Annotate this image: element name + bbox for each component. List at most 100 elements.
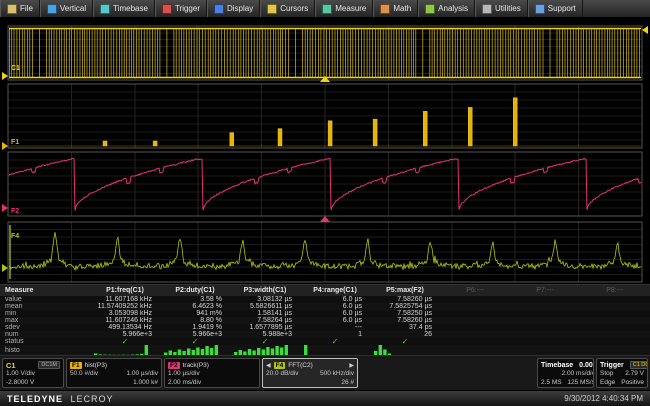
histogram-sparkline	[234, 345, 292, 355]
measure-icon	[322, 4, 332, 14]
measure-row-label: max	[0, 317, 90, 324]
measure-value	[440, 324, 510, 331]
brand-teledyne: TELEDYNE	[7, 394, 63, 404]
timebase-panel[interactable]: Timebase 0.00 ms 2.00 ms/div 2.5 MS 125 …	[537, 358, 594, 388]
measure-row: sdev499.13534 Hz1.9419 %1.6577895 µs---3…	[0, 324, 650, 331]
measure-row: num5.966e+35.966e+35.988e+3126	[0, 331, 650, 338]
cursors-icon	[267, 4, 277, 14]
measure-value: 11.57409252 kHz	[90, 303, 160, 310]
f1-hscale: 1.00 µs/div	[114, 370, 158, 379]
measure-value: 941 m%	[160, 310, 230, 317]
prev-trace-icon[interactable]: ◀	[266, 362, 271, 369]
f4-extra: 26 #	[310, 379, 354, 388]
f2-badge: F2	[168, 362, 180, 369]
menu-analysis[interactable]: Analysis	[418, 0, 475, 17]
histogram-sparkline	[374, 345, 432, 355]
measure-value: 1.58141 µs	[230, 310, 300, 317]
grid-strip-c1	[8, 26, 642, 80]
file-icon	[7, 4, 17, 14]
trace-descriptor-f4[interactable]: ◀ F4 FFT(C2) ▶ 20.0 dB/div 500 kHz/div 2…	[262, 358, 358, 388]
channel-descriptor-c1[interactable]: C1 DC1M 1.00 V/div -2.8000 V	[2, 358, 64, 388]
measure-value	[580, 317, 650, 324]
menu-utilities[interactable]: Utilities	[475, 0, 528, 17]
measure-column-header: P3:width(C1)	[230, 285, 300, 296]
measure-column-header: P4:range(C1)	[300, 285, 370, 296]
menu-display[interactable]: Display	[207, 0, 260, 17]
f1-badge: F1	[70, 362, 82, 369]
measure-value: 37.4 ps	[370, 324, 440, 331]
measure-value	[580, 296, 650, 303]
measure-value: 1	[300, 331, 370, 338]
menu-trigger[interactable]: Trigger	[155, 0, 207, 17]
measure-value	[510, 324, 580, 331]
measure-value: 6.4623 %	[160, 303, 230, 310]
next-trace-icon[interactable]: ▶	[349, 362, 354, 369]
measure-row-label: value	[0, 296, 90, 303]
grid-strip-f1	[8, 84, 642, 148]
timebase-samples: 2.5 MS	[541, 379, 562, 388]
brand-logo: TELEDYNE LECROY	[7, 394, 114, 404]
measure-value: 11.607168 kHz	[90, 296, 160, 303]
menu-vertical[interactable]: Vertical	[40, 0, 93, 17]
measure-value	[440, 317, 510, 324]
f1-count: 1.000 k#	[114, 379, 158, 388]
scope-svg: C1F1F2F4	[0, 18, 650, 284]
menu-label: Cursors	[280, 4, 308, 13]
menu-timebase[interactable]: Timebase	[93, 0, 155, 17]
menu-file[interactable]: File	[0, 0, 40, 17]
support-icon	[535, 4, 545, 14]
measure-value	[510, 310, 580, 317]
menu-label: Utilities	[495, 4, 521, 13]
measure-value: 6.0 µs	[300, 317, 370, 324]
measure-value: 5.988e+3	[230, 331, 300, 338]
menu-math[interactable]: Math	[373, 0, 418, 17]
measure-value: 8.80 %	[160, 317, 230, 324]
f1-offset-marker[interactable]	[2, 142, 8, 150]
f2-hscale: 2.00 ms/div	[168, 379, 212, 388]
measure-value	[510, 317, 580, 324]
f2-function: track(P3)	[183, 362, 209, 369]
trigger-type: Edge	[600, 379, 621, 388]
timebase-offset: 0.00 ms	[579, 362, 594, 369]
waveform-display: C1F1F2F4	[0, 18, 650, 284]
brand-lecroy: LECROY	[71, 394, 114, 404]
measure-value: 3.08132 µs	[230, 296, 300, 303]
measure-value: 5.966e+3	[160, 331, 230, 338]
vertical-icon	[47, 4, 57, 14]
menu-measure[interactable]: Measure	[315, 0, 373, 17]
trigger-label: Trigger	[600, 362, 624, 369]
menu-label: Trigger	[175, 4, 200, 13]
f1-function: hist(P3)	[85, 362, 107, 369]
f2-offset-marker[interactable]	[2, 204, 8, 212]
c1-offset-marker[interactable]	[2, 72, 8, 80]
c1-coupling-badge: DC1M	[38, 361, 60, 369]
menu-cursors[interactable]: Cursors	[260, 0, 315, 17]
utilities-icon	[482, 4, 492, 14]
f2-trigger-time-marker[interactable]	[320, 216, 330, 222]
measure-title: Measure	[0, 285, 90, 296]
display-icon	[214, 4, 224, 14]
menu-label: Display	[227, 4, 253, 13]
measure-value	[580, 310, 650, 317]
trace-descriptor-f2[interactable]: F2 track(P3) 1.00 µs/div 2.00 ms/div	[164, 358, 260, 388]
measure-value: 5.5826611 µs	[230, 303, 300, 310]
timebase-icon	[100, 4, 110, 14]
f4-offset-marker[interactable]	[2, 264, 8, 272]
measure-row: MeasureP1:freq(C1)P2:duty(C1)P3:width(C1…	[0, 285, 650, 296]
f4-badge: F4	[274, 362, 286, 369]
trigger-slope: Positive	[621, 379, 644, 388]
menu-support[interactable]: Support	[528, 0, 583, 17]
measure-column-header: P6:---	[440, 285, 510, 296]
menu-label: Support	[548, 4, 576, 13]
timebase-label: Timebase	[541, 362, 573, 369]
f1-vscale: 50.0 #/div	[70, 370, 114, 379]
histogram-sparkline	[164, 345, 222, 355]
measure-status: ✓	[370, 338, 440, 345]
trigger-panel[interactable]: Trigger C1 DC Stop 2.79 V Edge Positive	[596, 358, 648, 388]
trace-descriptor-f1[interactable]: F1 hist(P3) 50.0 #/div 1.00 µs/div 1.000…	[66, 358, 162, 388]
measure-row: value11.607168 kHz3.58 %3.08132 µs6.0 µs…	[0, 296, 650, 303]
measure-row: max11.607246 kHz8.80 %7.58264 µs6.0 µs7.…	[0, 317, 650, 324]
trigger-level-marker[interactable]	[642, 26, 648, 34]
measure-value	[510, 296, 580, 303]
measure-value	[440, 303, 510, 310]
